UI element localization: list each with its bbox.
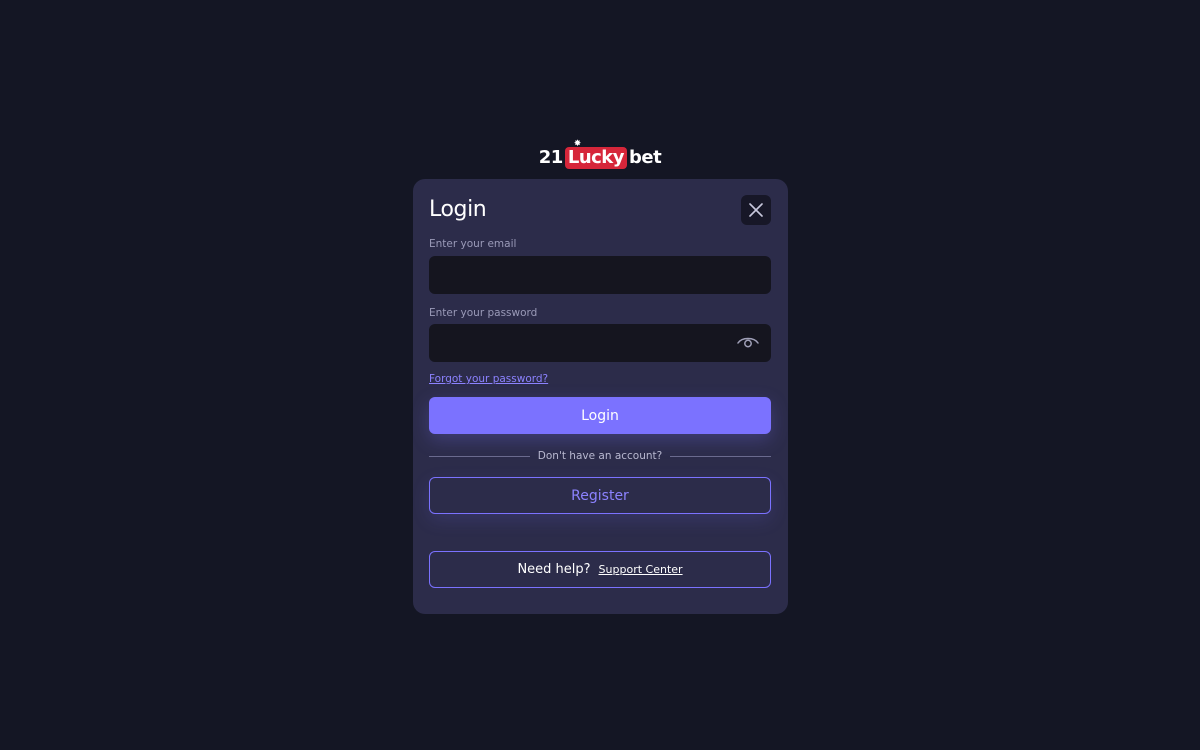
logo-lucky: Lucky [564, 147, 628, 169]
login-button[interactable]: Login [429, 397, 771, 434]
register-button[interactable]: Register [429, 477, 771, 514]
password-input[interactable] [429, 324, 771, 362]
login-modal: Login Enter your email Enter your passwo… [413, 179, 788, 614]
support-center-link[interactable]: Support Center [599, 563, 683, 576]
email-label: Enter your email [429, 238, 517, 250]
email-input[interactable] [429, 256, 771, 294]
forgot-password-link[interactable]: Forgot your password? [429, 373, 548, 385]
logo-bet: bet [629, 147, 662, 168]
divider-line-left [429, 455, 530, 457]
logo-wordmark: ✸ 21 Lucky bet [538, 140, 662, 169]
divider-line-right [670, 455, 771, 457]
site-logo[interactable]: ✸ 21 Lucky bet [0, 137, 1200, 169]
help-text: Need help? [517, 562, 591, 577]
password-label: Enter your password [429, 307, 538, 319]
close-icon [749, 203, 763, 217]
logo-number: 21 [538, 147, 564, 168]
help-box: Need help? Support Center [429, 551, 771, 588]
divider: Don't have an account? [429, 447, 771, 465]
modal-title: Login [429, 197, 487, 222]
divider-text: Don't have an account? [537, 450, 663, 462]
close-button[interactable] [741, 195, 771, 225]
poker-chip-icon: ✸ [573, 139, 582, 149]
eye-icon[interactable] [736, 334, 760, 350]
